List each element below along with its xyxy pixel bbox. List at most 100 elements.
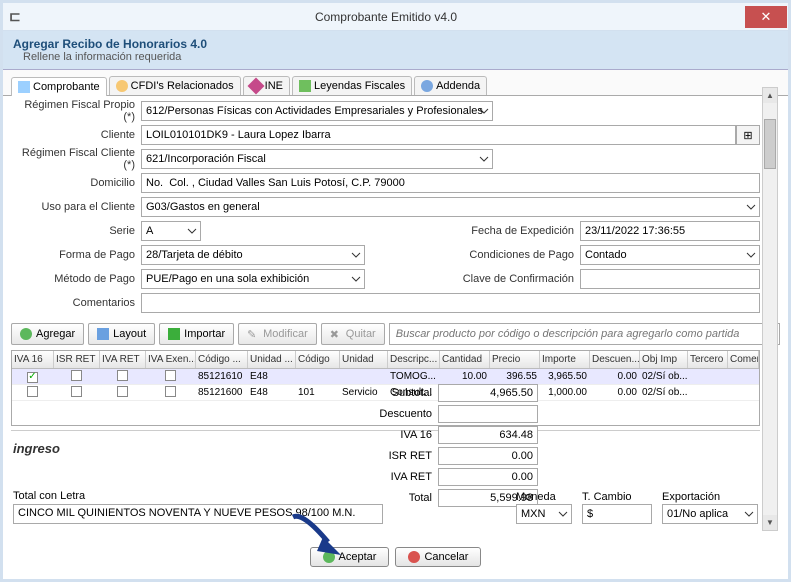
domicilio-input[interactable] — [141, 173, 760, 193]
serie-select[interactable]: A — [141, 221, 201, 241]
label-regimen: Régimen Fiscal Propio (*) — [11, 99, 141, 123]
label-moneda: Moneda — [516, 491, 572, 503]
label-regcliente: Régimen Fiscal Cliente (*) — [11, 147, 141, 171]
label-export: Exportación — [662, 491, 758, 503]
layout-button[interactable]: Layout — [88, 323, 155, 345]
col-ivaret[interactable]: IVA RET — [100, 351, 146, 368]
col-cod2[interactable]: Código — [296, 351, 340, 368]
tab-addenda[interactable]: Addenda — [414, 76, 487, 95]
tag-icon — [299, 80, 311, 92]
footer: Aceptar Cancelar — [3, 547, 788, 567]
x-icon — [408, 551, 420, 563]
label-forma: Forma de Pago — [11, 249, 141, 261]
form: Régimen Fiscal Propio (*)612/Personas Fí… — [3, 96, 788, 320]
close-button[interactable]: ✕ — [745, 6, 787, 28]
aceptar-button[interactable]: Aceptar — [310, 547, 390, 567]
moneda-select[interactable]: MXN — [516, 504, 572, 524]
col-cant[interactable]: Cantidad — [440, 351, 490, 368]
label-iva: IVA 16 — [348, 429, 438, 441]
plus-icon — [20, 328, 32, 340]
label-ivaret: IVA RET — [348, 471, 438, 483]
isr-val — [438, 447, 538, 465]
letra-area: Total con Letra CINCO MIL QUINIENTOS NOV… — [13, 490, 383, 524]
ivaret-val — [438, 468, 538, 486]
app-icon: ⊏ — [9, 8, 27, 26]
col-unidad[interactable]: Unidad — [340, 351, 388, 368]
label-domicilio: Domicilio — [11, 177, 141, 189]
col-exen[interactable]: IVA Exen... — [146, 351, 196, 368]
col-tercero[interactable]: Tercero — [688, 351, 728, 368]
fecha-input[interactable] — [580, 221, 760, 241]
check-icon — [323, 551, 335, 563]
tab-cfdis[interactable]: CFDI's Relacionados — [109, 76, 241, 95]
titlebar: ⊏ Comprobante Emitido v4.0 ✕ — [3, 3, 788, 31]
import-icon — [168, 328, 180, 340]
label-tcambio: T. Cambio — [582, 491, 652, 503]
header-title: Agregar Recibo de Honorarios 4.0 — [13, 37, 778, 51]
subtotal-val — [438, 384, 538, 402]
tab-ine[interactable]: INE — [243, 76, 290, 95]
link-icon — [116, 80, 128, 92]
header-sub: Rellene la información requerida — [13, 51, 778, 63]
importar-button[interactable]: Importar — [159, 323, 234, 345]
col-um[interactable]: Unidad ... — [248, 351, 296, 368]
label-serie: Serie — [11, 225, 141, 237]
scroll-up-icon[interactable]: ▲ — [763, 88, 777, 103]
letra-label: Total con Letra — [13, 490, 383, 502]
col-desc[interactable]: Descripc... — [388, 351, 440, 368]
col-precio[interactable]: Precio — [490, 351, 540, 368]
doc-icon — [18, 81, 30, 93]
col-obj[interactable]: Obj Imp — [640, 351, 688, 368]
scroll-down-icon[interactable]: ▼ — [763, 515, 777, 530]
clave-input[interactable] — [580, 269, 760, 289]
tab-leyendas[interactable]: Leyendas Fiscales — [292, 76, 412, 95]
tabs: Comprobante CFDI's Relacionados INE Leye… — [3, 70, 788, 96]
regimen-select[interactable]: 612/Personas Físicas con Actividades Emp… — [141, 101, 493, 121]
header: Agregar Recibo de Honorarios 4.0 Rellene… — [3, 31, 788, 70]
label-fecha: Fecha de Expedición — [460, 225, 580, 237]
coment-input[interactable] — [141, 293, 760, 313]
metodo-select[interactable]: PUE/Pago en una sola exhibición — [141, 269, 365, 289]
label-clave: Clave de Confirmación — [460, 273, 580, 285]
label-metodo: Método de Pago — [11, 273, 141, 285]
label-cliente: Cliente — [11, 129, 141, 141]
toolbar: Agregar Layout Importar ✎Modificar ✖Quit… — [3, 320, 788, 348]
col-coment[interactable]: Coment... — [728, 351, 759, 368]
uso-select[interactable]: G03/Gastos en general — [141, 197, 760, 217]
letra-val: CINCO MIL QUINIENTOS NOVENTA Y NUEVE PES… — [13, 504, 383, 524]
diamond-icon — [247, 78, 264, 95]
descuento-val — [438, 405, 538, 423]
cond-select[interactable]: Contado — [580, 245, 760, 265]
remove-icon: ✖ — [330, 328, 342, 340]
col-isr[interactable]: ISR RET — [54, 351, 100, 368]
gear-icon — [421, 80, 433, 92]
iva-val — [438, 426, 538, 444]
label-isr: ISR RET — [348, 450, 438, 462]
search-input[interactable] — [389, 323, 780, 345]
export-select[interactable]: 01/No aplica — [662, 504, 758, 524]
window-title: Comprobante Emitido v4.0 — [27, 10, 745, 24]
modificar-button: ✎Modificar — [238, 323, 317, 345]
agregar-button[interactable]: Agregar — [11, 323, 84, 345]
extras: MonedaMXN T. Cambio Exportación01/No apl… — [516, 491, 758, 524]
col-codigo[interactable]: Código ... — [196, 351, 248, 368]
scroll-thumb[interactable] — [764, 119, 776, 169]
regcliente-select[interactable]: 621/Incorporación Fiscal — [141, 149, 493, 169]
col-importe[interactable]: Importe — [540, 351, 590, 368]
cliente-search-button[interactable]: ⊞ — [736, 125, 760, 145]
scrollbar[interactable]: ▲ ▼ — [762, 87, 778, 531]
col-descu[interactable]: Descuen... — [590, 351, 640, 368]
label-coment: Comentarios — [11, 297, 141, 309]
label-descuento: Descuento — [348, 408, 438, 420]
grid-header: IVA 16 ISR RET IVA RET IVA Exen... Códig… — [12, 351, 759, 369]
tab-comprobante[interactable]: Comprobante — [11, 77, 107, 96]
forma-select[interactable]: 28/Tarjeta de débito — [141, 245, 365, 265]
search-icon: ⊞ — [743, 129, 752, 142]
quitar-button: ✖Quitar — [321, 323, 385, 345]
layout-icon — [97, 328, 109, 340]
col-iva16[interactable]: IVA 16 — [12, 351, 54, 368]
tcambio-input[interactable] — [582, 504, 652, 524]
cliente-input[interactable] — [141, 125, 736, 145]
cancelar-button[interactable]: Cancelar — [395, 547, 481, 567]
edit-icon: ✎ — [247, 328, 259, 340]
